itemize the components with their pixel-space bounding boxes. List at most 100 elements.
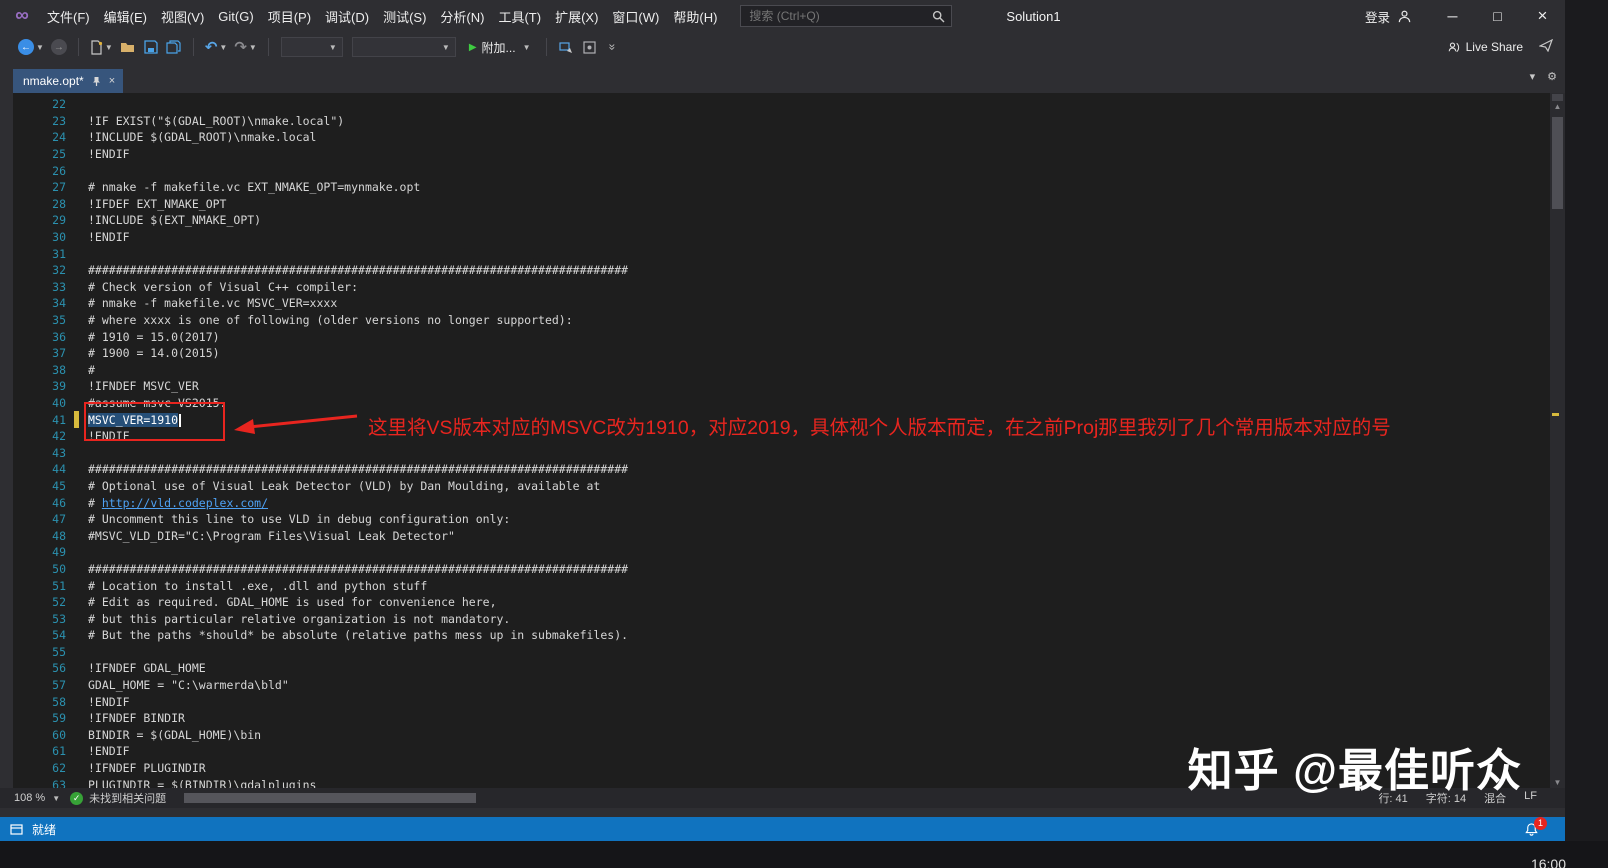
undo-button[interactable]: ↶ ▼ [203,36,230,58]
hyperlink[interactable]: http://vld.codeplex.com/ [102,496,268,510]
navigate-forward-button[interactable]: → [49,36,69,58]
code-line[interactable]: 29 !INCLUDE $(EXT_NMAKE_OPT) [13,212,1550,229]
code-line[interactable]: 51 # Location to install .exe, .dll and p… [13,577,1550,594]
code-line[interactable]: 32 ######################################… [13,262,1550,279]
code-line[interactable]: 35 # where xxxx is one of following (olde… [13,312,1550,329]
code-line[interactable]: 40 #assume msvc VS2015. [13,395,1550,412]
menu-item[interactable]: 测试(S) [376,3,433,30]
code-line[interactable]: 37 # 1900 = 14.0(2015) [13,345,1550,362]
menu-item[interactable]: 编辑(E) [97,3,154,30]
menu-item[interactable]: 项目(P) [261,3,318,30]
zoom-control[interactable]: 108 % ▼ [0,792,70,804]
menu-item[interactable]: 调试(D) [318,3,376,30]
search-input[interactable] [741,9,926,23]
code-line[interactable]: 48 #MSVC_VLD_DIR="C:\Program Files\Visual… [13,527,1550,544]
code-line[interactable]: 28 !IFDEF EXT_NMAKE_OPT [13,196,1550,213]
line-number: 37 [52,346,66,361]
menu-item[interactable]: 窗口(W) [605,3,666,30]
scroll-up-arrow-icon[interactable]: ▲ [1550,102,1565,111]
code-line[interactable]: 22 [13,96,1550,113]
code-line[interactable]: 50 ######################################… [13,561,1550,578]
code-line[interactable]: 56 !IFNDEF GDAL_HOME [13,660,1550,677]
code-line[interactable]: 26 [13,162,1550,179]
close-tab-icon[interactable]: × [109,75,115,87]
window-chrome-gap [0,808,1565,817]
toolbar-options-chevron[interactable]: » [602,36,622,58]
watermark: 知乎 @最佳听众 [1187,745,1522,796]
new-file-button[interactable]: ▼ [88,36,115,58]
code-line[interactable]: 55 [13,644,1550,661]
code-line[interactable]: 47 # Uncomment this line to use VLD in de… [13,511,1550,528]
code-line[interactable]: 49 [13,544,1550,561]
user-account-icon[interactable] [1397,9,1412,24]
code-line[interactable]: 54 # But the paths *should* be absolute (… [13,627,1550,644]
code-line[interactable]: 39 !IFNDEF MSVC_VER [13,378,1550,395]
solution-platforms-dropdown[interactable]: ▼ [351,37,456,57]
sign-in-button[interactable]: 登录 [1365,7,1390,26]
menu-item[interactable]: 扩展(X) [548,3,605,30]
code-text: # nmake -f makefile.vc EXT_NMAKE_OPT=myn… [88,180,421,195]
menu-item[interactable]: 文件(F) [40,3,97,30]
code-text: !INCLUDE $(GDAL_ROOT)\nmake.local [88,130,317,145]
code-line[interactable]: 44 ######################################… [13,461,1550,478]
send-feedback-icon[interactable] [1538,38,1554,55]
vertical-scrollbar[interactable]: ▲ ▼ [1550,93,1565,788]
solution-name: Solution1 [1006,8,1061,24]
code-line[interactable]: 59 !IFNDEF BINDIR [13,710,1550,727]
code-text: !IFNDEF MSVC_VER [88,379,199,394]
code-line[interactable]: 34 # nmake -f makefile.vc MSVC_VER=xxxx [13,295,1550,312]
quick-search-box[interactable] [740,5,953,27]
code-line[interactable]: 24 !INCLUDE $(GDAL_ROOT)\nmake.local [13,129,1550,146]
scroll-down-arrow-icon[interactable]: ▼ [1550,778,1565,787]
horizontal-scrollbar-thumb[interactable] [184,793,477,803]
save-all-button[interactable] [164,36,184,58]
split-editor-handle[interactable] [1552,94,1563,101]
window-options-gear-icon[interactable]: ⚙ [1547,70,1557,83]
code-line[interactable]: 25 !ENDIF [13,146,1550,163]
menu-item[interactable]: 工具(T) [491,3,548,30]
code-text: # [88,362,95,377]
code-line[interactable]: 31 [13,245,1550,262]
live-share-button[interactable]: Live Share [1445,40,1523,55]
code-line[interactable]: 23 !IF EXIST("$(GDAL_ROOT)\nmake.local") [13,113,1550,130]
code-line[interactable]: 58 !ENDIF [13,693,1550,710]
notifications-button[interactable]: 1 [1524,816,1547,837]
minimize-button[interactable]: ─ [1430,0,1475,32]
menu-item[interactable]: Git(G) [211,5,260,28]
code-line[interactable]: 52 # Edit as required. GDAL_HOME is used … [13,594,1550,611]
attach-to-process-icon[interactable] [556,36,576,58]
solution-configurations-dropdown[interactable]: ▼ [280,37,343,57]
code-line[interactable]: 36 # 1910 = 15.0(2017) [13,328,1550,345]
open-file-button[interactable] [118,36,138,58]
code-line[interactable]: 30 !ENDIF [13,229,1550,246]
menu-item[interactable]: 分析(N) [433,3,491,30]
code-line[interactable]: 46 # http://vld.codeplex.com/ [13,494,1550,511]
tab-nmake-opt[interactable]: nmake.opt* × [13,69,124,93]
pin-icon[interactable] [92,76,101,87]
code-line[interactable]: 27 # nmake -f makefile.vc EXT_NMAKE_OPT=m… [13,179,1550,196]
maximize-button[interactable]: □ [1475,0,1520,32]
back-arrow-icon: ← [18,39,34,55]
code-line[interactable]: 33 # Check version of Visual C++ compiler… [13,279,1550,296]
vertical-scrollbar-thumb[interactable] [1552,117,1563,209]
code-line[interactable]: 38 # [13,362,1550,379]
code-line[interactable]: 53 # but this particular relative organiz… [13,610,1550,627]
attach-button[interactable]: ▶ 附加... ▼ [462,39,538,56]
active-files-chevron-icon[interactable]: ▾ [1530,70,1536,83]
line-number: 22 [52,97,66,112]
close-button[interactable]: × [1520,0,1565,32]
navigate-back-button[interactable]: ← ▼ [16,36,46,58]
code-line[interactable]: 57 GDAL_HOME = "C:\warmerda\bld" [13,677,1550,694]
diagnostic-tools-icon[interactable] [579,36,599,58]
search-icon[interactable] [925,6,951,26]
menu-item[interactable]: 帮助(H) [666,3,724,30]
save-button[interactable] [141,36,161,58]
code-editor[interactable]: 22 23 !IF EXIST("$(GDAL_ROOT)\nmake.local"… [13,93,1550,788]
document-health-indicator[interactable]: ✓ 未找到相关问题 [70,790,174,806]
menu-item[interactable]: 视图(V) [154,3,211,30]
line-number: 25 [52,147,66,162]
code-line[interactable]: 45 # Optional use of Visual Leak Detector… [13,478,1550,495]
line-number: 26 [52,163,66,178]
code-line[interactable]: 43 [13,444,1550,461]
redo-button[interactable]: ↷ ▼ [232,36,259,58]
